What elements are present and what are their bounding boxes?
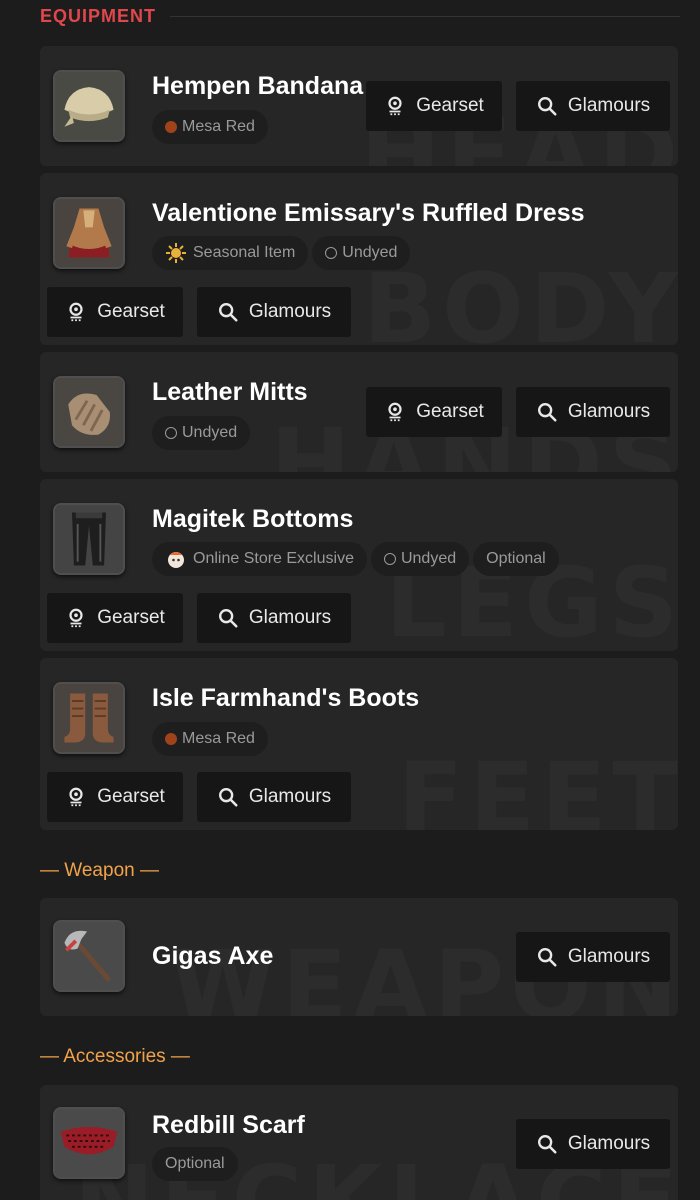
dye-tag: Mesa Red [152,110,268,144]
glamours-label: Glamours [248,786,332,807]
item-name: Gigas Axe [152,942,274,970]
tag-label: Mesa Red [182,118,255,135]
tag-label: Online Store Exclusive [193,550,354,567]
search-icon [537,403,557,422]
item-tags: Online Store Exclusive Undyed Optional [152,542,559,576]
search-icon [537,97,557,116]
seasonal-tag: Seasonal Item [152,236,309,270]
accessories-header: — Accessories — [40,1046,190,1067]
mesa-red-dye-icon [165,733,177,745]
bandana-icon [53,70,125,142]
glamours-button[interactable]: Glamours [197,593,351,643]
item-name: Leather Mitts [152,378,308,406]
glamours-button[interactable]: Glamours [516,1119,670,1169]
item-name: Magitek Bottoms [152,505,354,533]
glamours-label: Glamours [567,1133,651,1154]
tag-label: Optional [486,550,546,567]
boots-icon [53,682,125,754]
item-card-feet: FEET Isle Farmhand's Boots Mesa Red Gear… [40,658,678,830]
gearset-icon [388,402,402,422]
glamours-button[interactable]: Glamours [516,932,670,982]
gearset-button[interactable]: Gearset [366,81,502,131]
gearset-icon [69,302,83,322]
optional-tag: Optional [473,542,559,576]
tag-label: Optional [165,1155,225,1172]
item-card-head: HEAD Hempen Bandana Mesa Red Gearset Gla… [40,46,678,166]
undyed-icon [165,427,177,439]
undyed-tag: Undyed [152,416,251,450]
item-name: Hempen Bandana [152,72,364,100]
search-icon [218,303,238,322]
weapon-header: — Weapon — [40,860,159,881]
gearset-label: Gearset [97,786,165,807]
glamours-button[interactable]: Glamours [516,387,670,437]
glamours-button[interactable]: Glamours [197,772,351,822]
tag-label: Undyed [182,424,238,441]
item-card-legs: LEGS Magitek Bottoms Online Store Exclus… [40,479,678,651]
gearset-button[interactable]: Gearset [47,772,183,822]
gearset-icon [69,608,83,628]
glamours-label: Glamours [567,401,651,422]
item-tags: Mesa Red [152,110,268,144]
item-tags: Seasonal Item Undyed [152,236,411,270]
glamours-label: Glamours [567,946,651,967]
tag-label: Mesa Red [182,730,255,747]
glamours-label: Glamours [248,607,332,628]
gearset-label: Gearset [97,607,165,628]
search-icon [218,609,238,628]
gearset-button[interactable]: Gearset [366,387,502,437]
item-tags: Undyed [152,416,251,450]
undyed-icon [383,553,396,565]
item-tags: Mesa Red [152,722,268,756]
item-name: Isle Farmhand's Boots [152,684,420,712]
item-name: Valentione Emissary's Ruffled Dress [152,199,585,227]
item-card-weapon: WEAPON Gigas Axe Glamours [40,898,678,1016]
glamours-button[interactable]: Glamours [197,287,351,337]
tag-label: Undyed [342,244,398,261]
search-icon [537,948,557,967]
store-exclusive-tag: Online Store Exclusive [152,542,367,576]
sun-icon [166,243,186,263]
dye-tag: Mesa Red [152,722,268,756]
mesa-red-dye-icon [165,121,177,133]
mitts-icon [53,376,125,448]
axe-icon [53,920,125,992]
gearset-icon [388,96,402,116]
item-card-hands: HANDS Leather Mitts Undyed Gearset Glamo… [40,352,678,472]
undyed-icon [325,247,338,259]
equipment-section-header: EQUIPMENT [40,6,680,27]
search-icon [537,1135,557,1154]
gearset-icon [69,787,83,807]
glamours-label: Glamours [248,301,332,322]
item-card-body: BODY Valentione Emissary's Ruffled Dress… [40,173,678,345]
scarf-icon [53,1107,125,1179]
item-card-neck: NECKLACE Redbill Scarf Optional Glamours [40,1085,678,1200]
slot-watermark: BODY [363,253,678,345]
glamours-button[interactable]: Glamours [516,81,670,131]
slot-watermark: FEET [397,742,678,830]
dress-icon [53,197,125,269]
bottoms-icon [53,503,125,575]
gearset-label: Gearset [416,401,484,422]
tag-label: Undyed [400,550,457,567]
tag-label: Seasonal Item [193,244,296,261]
search-icon [218,788,238,807]
item-name: Redbill Scarf [152,1111,305,1139]
glamours-label: Glamours [567,95,651,116]
gearset-button[interactable]: Gearset [47,287,183,337]
optional-tag: Optional [152,1147,238,1181]
section-title: EQUIPMENT [40,6,157,26]
gearset-button[interactable]: Gearset [47,593,183,643]
item-tags: Optional [152,1147,238,1181]
gearset-label: Gearset [97,301,165,322]
gearset-label: Gearset [416,95,484,116]
online-store-icon [168,552,184,568]
undyed-tag: Undyed [312,236,411,270]
section-divider [170,16,680,17]
undyed-tag: Undyed [370,542,470,576]
